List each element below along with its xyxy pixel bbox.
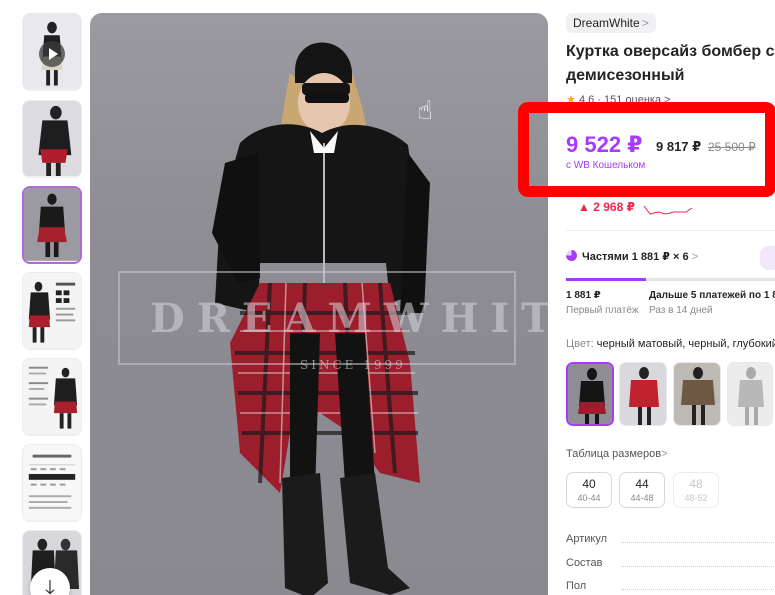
highlight-annotation (518, 102, 775, 197)
thumbnail-2[interactable] (22, 100, 82, 178)
spec-label: Пол (566, 580, 587, 592)
rest-payments-amount: Дальше 5 платежей по 1 881 ₽ (649, 290, 775, 301)
thumbnail-image (24, 188, 80, 261)
thumbnail-3-selected[interactable] (22, 186, 82, 264)
thumbnail-image (23, 445, 81, 521)
product-title: Куртка оверсайз бомбер с демисезонный (566, 40, 775, 88)
price-change-value: ▲ 2 968 ₽ (578, 200, 635, 214)
thumbnail-4[interactable] (22, 272, 82, 350)
installments-progress (566, 278, 775, 281)
color-swatch-red[interactable] (619, 362, 667, 426)
size-table-link[interactable]: Таблица размеров> (566, 448, 668, 460)
product-title-line-1: Куртка оверсайз бомбер с (566, 43, 775, 60)
size-option-48-unavailable[interactable]: 48 48-52 (673, 472, 719, 508)
first-payment-amount: 1 881 ₽ (566, 290, 601, 301)
play-icon (39, 41, 65, 67)
color-swatch-black[interactable] (566, 362, 614, 426)
swatch-image (568, 364, 612, 424)
size-number: 44 (635, 477, 649, 491)
chevron-right-icon: > (661, 448, 668, 460)
spec-label: Состав (566, 557, 603, 569)
watermark-text: DREAMWHITE (150, 295, 548, 342)
color-label-title: Цвет: (566, 338, 594, 350)
swatch-image (620, 363, 666, 425)
price-history[interactable]: ▲ 2 968 ₽ (566, 196, 775, 226)
chevron-right-icon: > (641, 16, 649, 30)
brand-name: DreamWhite (573, 16, 640, 30)
spec-row: Пол (566, 580, 775, 592)
spec-row: Состав (566, 557, 775, 569)
thumbnail-6[interactable] (22, 444, 82, 522)
size-range: 40-44 (577, 493, 601, 503)
divider (566, 230, 775, 231)
watermark-subtext: SINCE 1999 (300, 358, 406, 372)
download-icon: ⤓ (45, 575, 55, 595)
spec-label: Артикул (566, 533, 608, 545)
product-title-line-2: демисезонный (566, 67, 685, 84)
size-number: 40 (582, 477, 596, 491)
color-value: черный матовый, черный, глубокий (596, 338, 775, 350)
brand-link[interactable]: DreamWhite > (566, 13, 656, 33)
thumbnail-video[interactable] (22, 13, 82, 91)
installments-label: Частями 1 881 ₽ × 6 (582, 251, 689, 263)
size-number: 48 (689, 477, 703, 491)
color-swatch-brown[interactable] (673, 362, 721, 426)
swatch-image (728, 363, 772, 425)
thumbnail-image (23, 273, 81, 349)
thumbnail-image (23, 101, 81, 177)
color-swatch-gray[interactable] (727, 362, 773, 426)
size-option-44[interactable]: 44 44-48 (619, 472, 665, 508)
spec-row: Артикул (566, 533, 775, 545)
thumbnail-image (23, 359, 81, 435)
first-payment-label: Первый платёж (566, 305, 639, 316)
size-table-label: Таблица размеров (566, 448, 662, 460)
installments-progress-fill (566, 278, 646, 281)
price-sparkline (643, 205, 693, 215)
thumbnail-5[interactable] (22, 358, 82, 436)
size-range: 48-52 (684, 493, 708, 503)
color-label: Цвет: черный матовый, черный, глубокий (566, 338, 775, 350)
installments-toggle[interactable] (760, 246, 775, 270)
chevron-right-icon: > (691, 251, 699, 263)
main-product-image[interactable]: DREAMWHITE SINCE 1999 ☝ (90, 13, 548, 595)
size-range: 44-48 (630, 493, 654, 503)
pie-icon (566, 250, 577, 261)
installments-link[interactable]: Частями 1 881 ₽ × 6 > (566, 250, 698, 263)
hand-cursor-icon: ☝ (417, 95, 433, 125)
swatch-image (674, 363, 720, 425)
rest-payments-label: Раз в 14 дней (649, 305, 713, 316)
size-option-40[interactable]: 40 40-44 (566, 472, 612, 508)
